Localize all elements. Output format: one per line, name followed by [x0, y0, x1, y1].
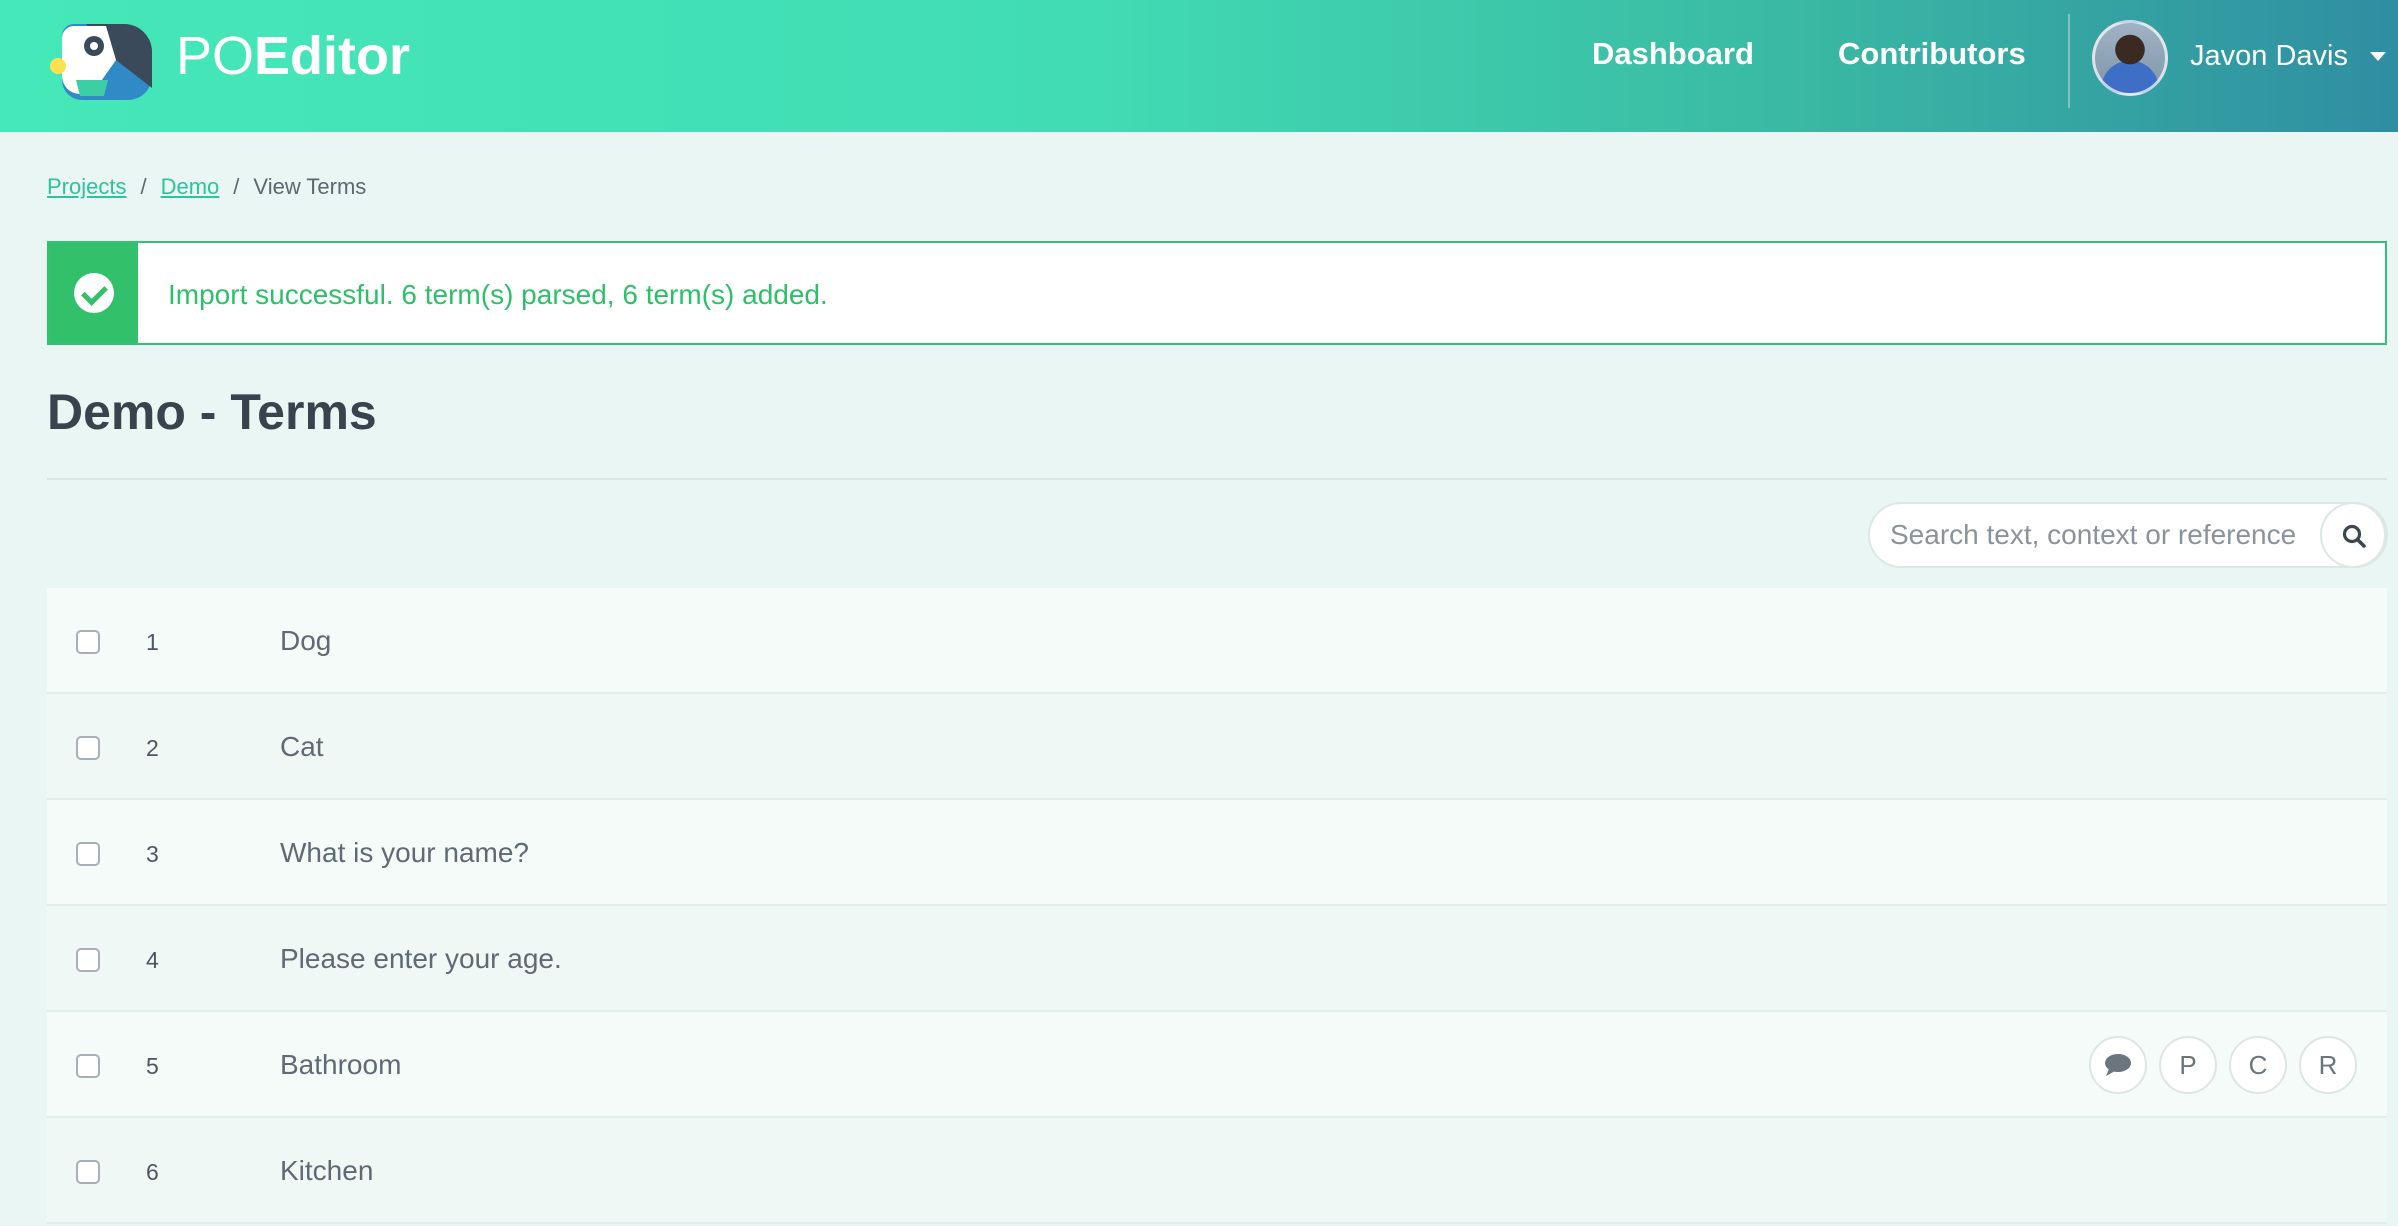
logo-editor: Editor — [254, 26, 411, 86]
check-circle-icon — [73, 273, 114, 313]
term-number: 1 — [146, 629, 159, 655]
term-text[interactable]: Bathroom — [280, 1048, 401, 1082]
term-number: 5 — [146, 1053, 159, 1079]
term-checkbox[interactable] — [76, 948, 100, 972]
nav-contributors-link[interactable]: Contributors — [1838, 34, 2026, 74]
term-row[interactable]: 5 Bathroom P C R — [47, 1012, 2387, 1118]
poeditor-logo-text[interactable]: POEditor — [176, 26, 410, 86]
search-box — [1868, 502, 2388, 568]
alert-message: Import successful. 6 term(s) parsed, 6 t… — [168, 279, 828, 310]
top-navbar: POEditor Dashboard Contributors Javon Da… — [0, 0, 2398, 132]
term-text[interactable]: Dog — [280, 624, 331, 658]
nav-dashboard-link[interactable]: Dashboard — [1592, 34, 1754, 74]
term-number: 6 — [146, 1159, 159, 1185]
breadcrumb-current: View Terms — [253, 174, 367, 199]
term-text[interactable]: What is your name? — [280, 836, 529, 870]
term-row[interactable]: 6 Kitchen — [47, 1118, 2387, 1224]
term-row[interactable]: 4 Please enter your age. — [47, 906, 2387, 1012]
breadcrumb-separator: / — [233, 174, 240, 199]
breadcrumb-demo-link[interactable]: Demo — [161, 174, 220, 199]
term-row[interactable]: 3 What is your name? — [47, 800, 2387, 906]
search-icon — [2342, 524, 2366, 548]
term-checkbox[interactable] — [76, 1160, 100, 1184]
comment-icon — [2105, 1054, 2131, 1076]
success-alert: Import successful. 6 term(s) parsed, 6 t… — [47, 241, 2387, 345]
poeditor-logo-icon[interactable] — [46, 16, 154, 102]
breadcrumb: Projects / Demo / View Terms — [47, 172, 366, 202]
page-title: Demo - Terms — [47, 384, 377, 440]
title-divider — [47, 478, 2387, 480]
logo-po: PO — [176, 26, 255, 86]
term-checkbox[interactable] — [76, 736, 100, 760]
search-input[interactable] — [1890, 514, 2300, 556]
term-row[interactable]: 1 Dog — [47, 588, 2387, 694]
term-row[interactable]: 2 Cat — [47, 694, 2387, 800]
term-actions: P C R — [2089, 1036, 2357, 1094]
terms-list: 1 Dog 2 Cat 3 What is your name? 4 Pleas… — [47, 588, 2387, 1224]
term-number: 4 — [146, 947, 159, 973]
term-text[interactable]: Please enter your age. — [280, 942, 562, 976]
comment-button[interactable] — [2089, 1036, 2147, 1094]
nav-divider — [2068, 14, 2070, 108]
term-checkbox[interactable] — [76, 842, 100, 866]
term-checkbox[interactable] — [76, 630, 100, 654]
context-button[interactable]: C — [2229, 1036, 2287, 1094]
term-checkbox[interactable] — [76, 1054, 100, 1078]
avatar[interactable] — [2092, 20, 2168, 96]
caret-down-icon[interactable] — [2370, 52, 2386, 61]
term-number: 3 — [146, 841, 159, 867]
reference-button[interactable]: R — [2299, 1036, 2357, 1094]
search-button[interactable] — [2320, 502, 2386, 568]
user-name[interactable]: Javon Davis — [2190, 38, 2348, 74]
breadcrumb-separator: / — [140, 174, 147, 199]
user-menu-dropdown[interactable]: Javon Davis — [2092, 18, 2392, 98]
breadcrumb-projects-link[interactable]: Projects — [47, 174, 126, 199]
term-text[interactable]: Cat — [280, 730, 324, 764]
plural-button[interactable]: P — [2159, 1036, 2217, 1094]
term-number: 2 — [146, 735, 159, 761]
alert-icon-box — [49, 243, 138, 343]
term-text[interactable]: Kitchen — [280, 1154, 373, 1188]
